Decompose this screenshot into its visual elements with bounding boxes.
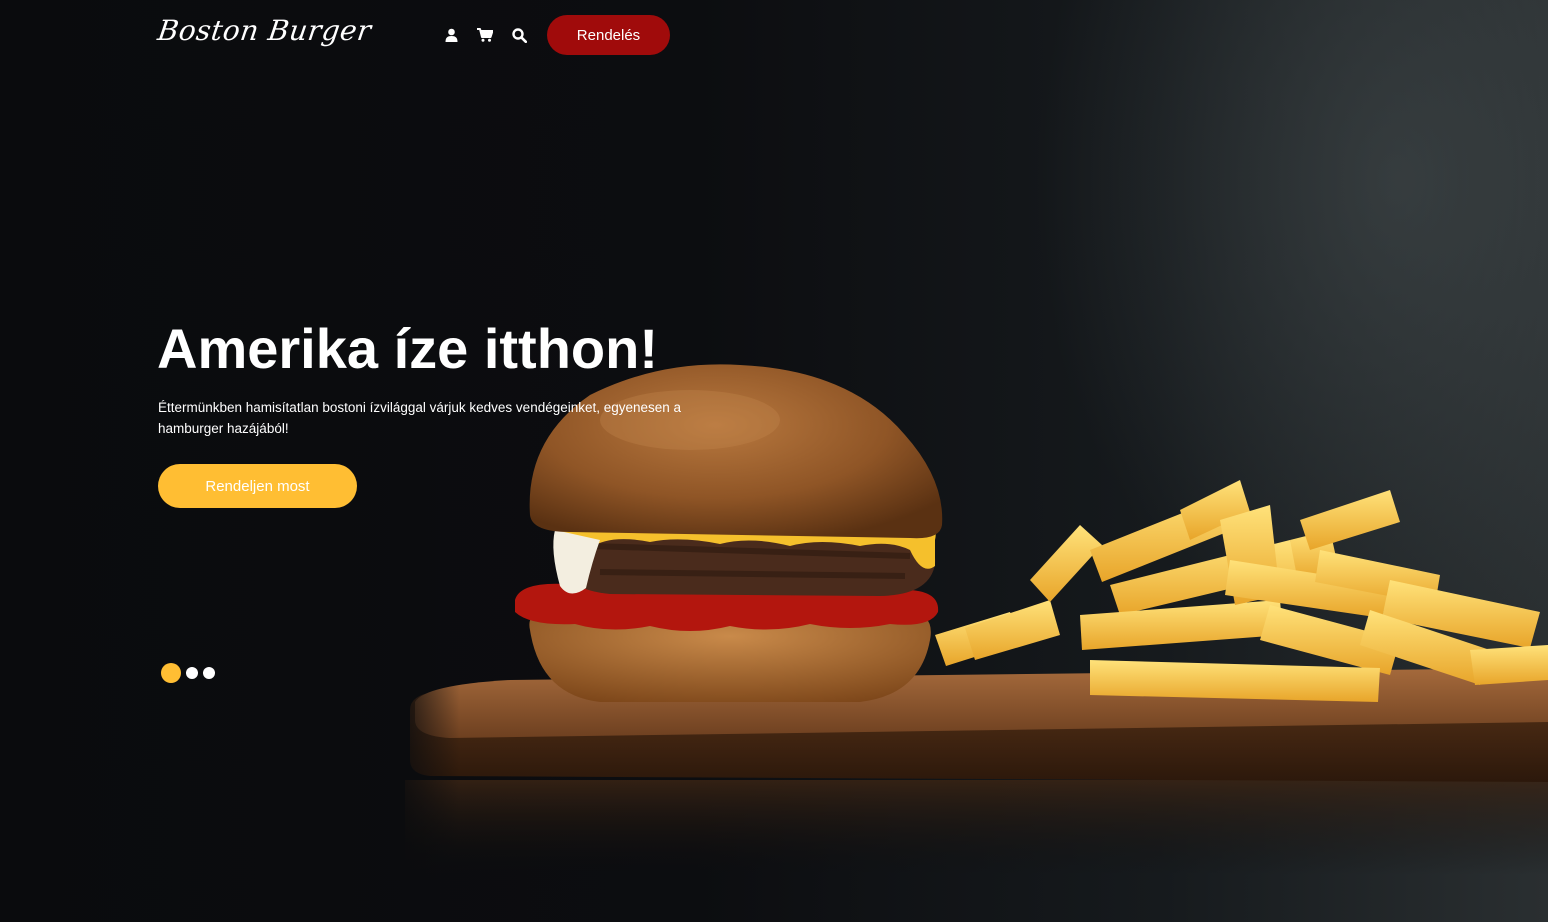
order-button[interactable]: Rendelés — [547, 15, 670, 55]
hero-title: Amerika íze itthon! — [157, 317, 658, 380]
carousel-dot-3[interactable] — [203, 667, 215, 679]
header: Boston Burger Rendelés — [0, 0, 1548, 70]
carousel-indicators — [161, 663, 215, 683]
page: Boston Burger Rendelés Amerika íze ittho… — [0, 0, 1548, 922]
carousel-dot-2[interactable] — [186, 667, 198, 679]
hero-description: Éttermünkben hamisítatlan bostoni ízvilá… — [158, 400, 682, 436]
logo[interactable]: Boston Burger — [156, 14, 374, 47]
search-icon[interactable] — [510, 25, 528, 45]
carousel-dot-1[interactable] — [161, 663, 181, 683]
nav-icons — [442, 25, 528, 45]
cart-icon[interactable] — [476, 25, 494, 45]
user-icon[interactable] — [442, 25, 460, 45]
order-now-button[interactable]: Rendeljen most — [158, 464, 357, 508]
